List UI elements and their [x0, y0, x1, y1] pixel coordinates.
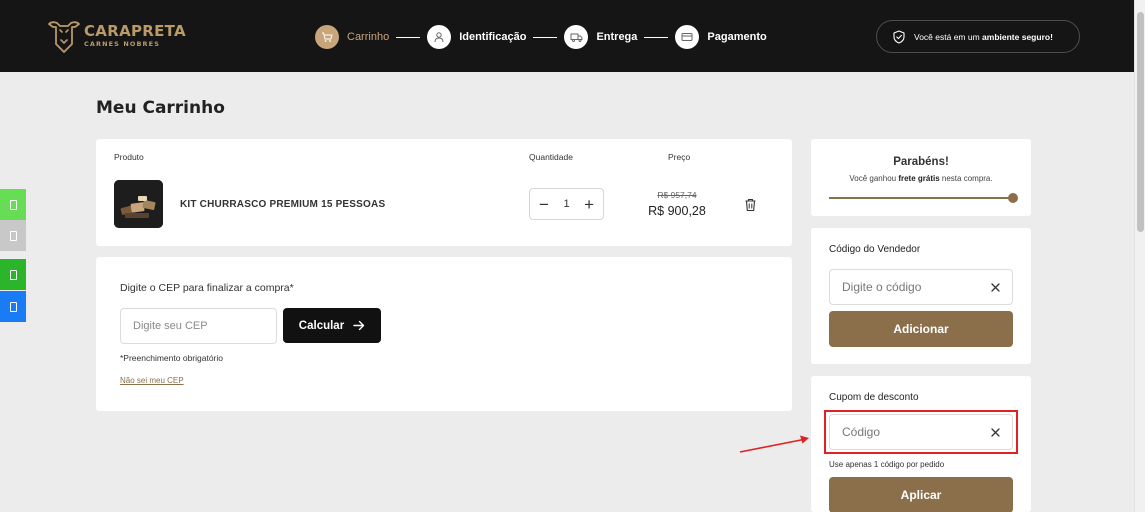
- cart-items-card: Produto Quantidade Preço KIT CHURRASCO P…: [96, 139, 792, 246]
- arrow-right-icon: [353, 320, 365, 331]
- side-contact-button-3[interactable]: [0, 259, 26, 290]
- current-price: R$ 900,28: [648, 204, 706, 218]
- annotation-highlight-box: [824, 410, 1018, 454]
- brand-name: CARAPRETA: [84, 21, 186, 40]
- user-icon: [434, 32, 444, 43]
- congrats-title: Parabéns!: [893, 156, 949, 168]
- vendor-code-clear-button[interactable]: [988, 280, 1002, 294]
- product-name[interactable]: KIT CHURRASCO PREMIUM 15 PESSOAS: [180, 199, 385, 210]
- vendor-code-card: Código do Vendedor Adicionar: [811, 228, 1031, 364]
- truck-icon: [570, 33, 583, 42]
- step-cart-circle[interactable]: [315, 25, 339, 49]
- page-scrollbar[interactable]: [1134, 0, 1145, 512]
- side-contact-button-2[interactable]: [0, 220, 26, 251]
- quantity-stepper: − 1 +: [529, 188, 604, 220]
- free-shipping-progress: [829, 193, 1018, 203]
- step-label-entrega[interactable]: Entrega: [596, 31, 637, 43]
- step-label-identificacao[interactable]: Identificação: [459, 31, 526, 43]
- column-header-quantity: Quantidade: [529, 152, 573, 162]
- coupon-usage-note: Use apenas 1 código por pedido: [829, 460, 945, 469]
- close-icon: [990, 282, 1000, 292]
- step-connector: [396, 36, 421, 38]
- phone-icon: [9, 301, 17, 312]
- free-shipping-message: Você ganhou frete grátis nesta compra.: [849, 174, 993, 183]
- step-identification-circle[interactable]: [427, 25, 452, 49]
- cep-lookup-link[interactable]: Não sei meu CEP: [120, 376, 184, 385]
- step-payment-circle[interactable]: [675, 25, 700, 49]
- step-delivery-circle[interactable]: [564, 25, 589, 49]
- brand-tagline: CARNES NOBRES: [84, 39, 160, 48]
- decrement-button[interactable]: −: [539, 196, 549, 213]
- secure-environment-badge: Você está em um ambiente seguro!: [876, 20, 1080, 53]
- cep-card: Digite o CEP para finalizar a compra* Ca…: [96, 257, 792, 411]
- coupon-title: Cupom de desconto: [829, 392, 919, 403]
- calculate-button[interactable]: Calcular: [283, 308, 381, 343]
- card-icon: [681, 33, 693, 41]
- product-image: [114, 180, 163, 228]
- trash-icon[interactable]: [744, 198, 757, 212]
- step-connector: [533, 36, 558, 38]
- add-vendor-code-button[interactable]: Adicionar: [829, 311, 1013, 347]
- site-header: CARAPRETA CARNES NOBRES Carrinho Identif…: [0, 0, 1134, 72]
- apply-coupon-button[interactable]: Aplicar: [829, 477, 1013, 512]
- phone-icon: [9, 269, 17, 280]
- step-label-pagamento[interactable]: Pagamento: [707, 31, 766, 43]
- phone-icon: [9, 230, 17, 241]
- vendor-code-input[interactable]: [842, 280, 988, 294]
- side-contact-button-4[interactable]: [0, 291, 26, 322]
- cep-input[interactable]: [120, 308, 277, 344]
- required-note: *Preenchimento obrigatório: [120, 353, 224, 363]
- annotation-arrow-icon: [739, 435, 809, 453]
- free-shipping-card: Parabéns! Você ganhou frete grátis nesta…: [811, 139, 1031, 216]
- calculate-button-label: Calcular: [298, 319, 345, 332]
- column-header-price: Preço: [668, 152, 691, 162]
- vendor-code-title: Código do Vendedor: [829, 244, 921, 255]
- step-connector: [644, 36, 669, 38]
- old-price: R$ 957,74: [657, 190, 697, 200]
- step-label-carrinho[interactable]: Carrinho: [347, 31, 389, 43]
- bull-logo-icon: [48, 21, 80, 53]
- scrollbar-thumb[interactable]: [1137, 12, 1144, 232]
- progress-fill: [829, 197, 1013, 199]
- cep-title: Digite o CEP para finalizar a compra*: [120, 282, 294, 294]
- side-contact-button-1[interactable]: [0, 189, 26, 220]
- increment-button[interactable]: +: [584, 196, 594, 213]
- page-title: Meu Carrinho: [96, 98, 225, 118]
- shield-check-icon: [893, 29, 905, 44]
- brand-logo[interactable]: CARAPRETA CARNES NOBRES: [48, 18, 186, 53]
- quantity-value: 1: [563, 198, 570, 210]
- phone-icon: [9, 199, 17, 210]
- secure-text: Você está em um ambiente seguro!: [914, 31, 1053, 42]
- vendor-code-field: [829, 269, 1013, 305]
- checkout-steps: Carrinho Identificação Entrega Pagamento: [315, 25, 767, 49]
- column-header-product: Produto: [114, 152, 144, 162]
- product-thumbnail[interactable]: [114, 180, 163, 228]
- cart-icon: [322, 32, 333, 42]
- progress-knob: [1008, 193, 1018, 203]
